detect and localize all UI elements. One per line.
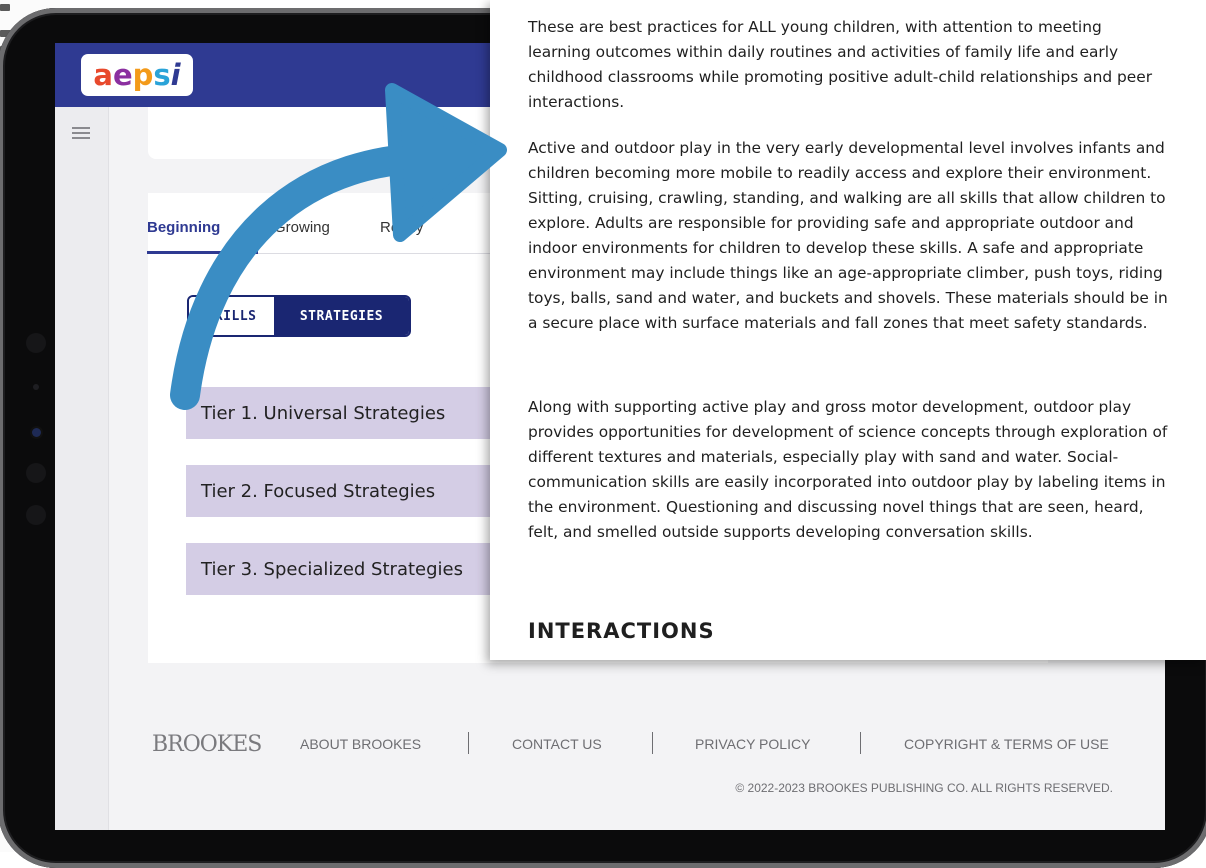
- tablet-sensor-icon: [26, 333, 46, 353]
- tab-beginning[interactable]: Beginning: [147, 219, 220, 236]
- logo-letter: s: [153, 57, 171, 92]
- footer-link-contact[interactable]: CONTACT US: [512, 736, 602, 752]
- skills-toggle-button[interactable]: SKILLS: [189, 297, 274, 335]
- tablet-camera-icon: [32, 428, 41, 437]
- strategies-toggle-button[interactable]: STRATEGIES: [274, 297, 409, 335]
- interactions-heading: INTERACTIONS: [528, 619, 715, 643]
- panel-paragraph: Along with supporting active play and gr…: [528, 398, 1168, 541]
- footer-copyright: © 2022-2023 BROOKES PUBLISHING CO. ALL R…: [735, 781, 1113, 795]
- aepsi-logo[interactable]: a e p s i: [81, 54, 193, 96]
- tier-1-accordion[interactable]: Tier 1. Universal Strategies: [186, 387, 506, 439]
- footer-separator: [652, 732, 653, 754]
- logo-letter: p: [132, 57, 154, 92]
- footer-separator: [860, 732, 861, 754]
- tablet-sensor-icon: [26, 463, 46, 483]
- skills-strategies-toggle: SKILLS STRATEGIES: [187, 295, 411, 337]
- tab-growing[interactable]: Growing: [274, 219, 330, 236]
- footer-separator: [468, 732, 469, 754]
- tablet-sensor-icon: [26, 505, 46, 525]
- active-tab-indicator: [147, 251, 258, 254]
- footer-link-privacy[interactable]: PRIVACY POLICY: [695, 736, 810, 752]
- tab-ready[interactable]: Ready: [380, 219, 423, 236]
- tablet-sensor-icon: [33, 384, 39, 390]
- hamburger-menu-icon[interactable]: [72, 127, 90, 139]
- footer-link-copyright-terms[interactable]: COPYRIGHT & TERMS OF USE: [904, 736, 1109, 752]
- sidebar: [55, 107, 109, 830]
- tier-2-accordion[interactable]: Tier 2. Focused Strategies: [186, 465, 506, 517]
- panel-paragraph: Active and outdoor play in the very earl…: [528, 139, 1168, 332]
- logo-letter: a: [93, 57, 113, 92]
- brookes-logo[interactable]: BROOKES: [152, 732, 262, 757]
- footer-link-about[interactable]: ABOUT BROOKES: [300, 736, 421, 752]
- panel-paragraph: These are best practices for ALL young c…: [528, 18, 1153, 111]
- logo-letter: i: [170, 57, 181, 92]
- strategy-text-panel: These are best practices for ALL young c…: [490, 0, 1206, 660]
- tier-3-accordion[interactable]: Tier 3. Specialized Strategies: [186, 543, 506, 595]
- logo-letter: e: [112, 57, 133, 92]
